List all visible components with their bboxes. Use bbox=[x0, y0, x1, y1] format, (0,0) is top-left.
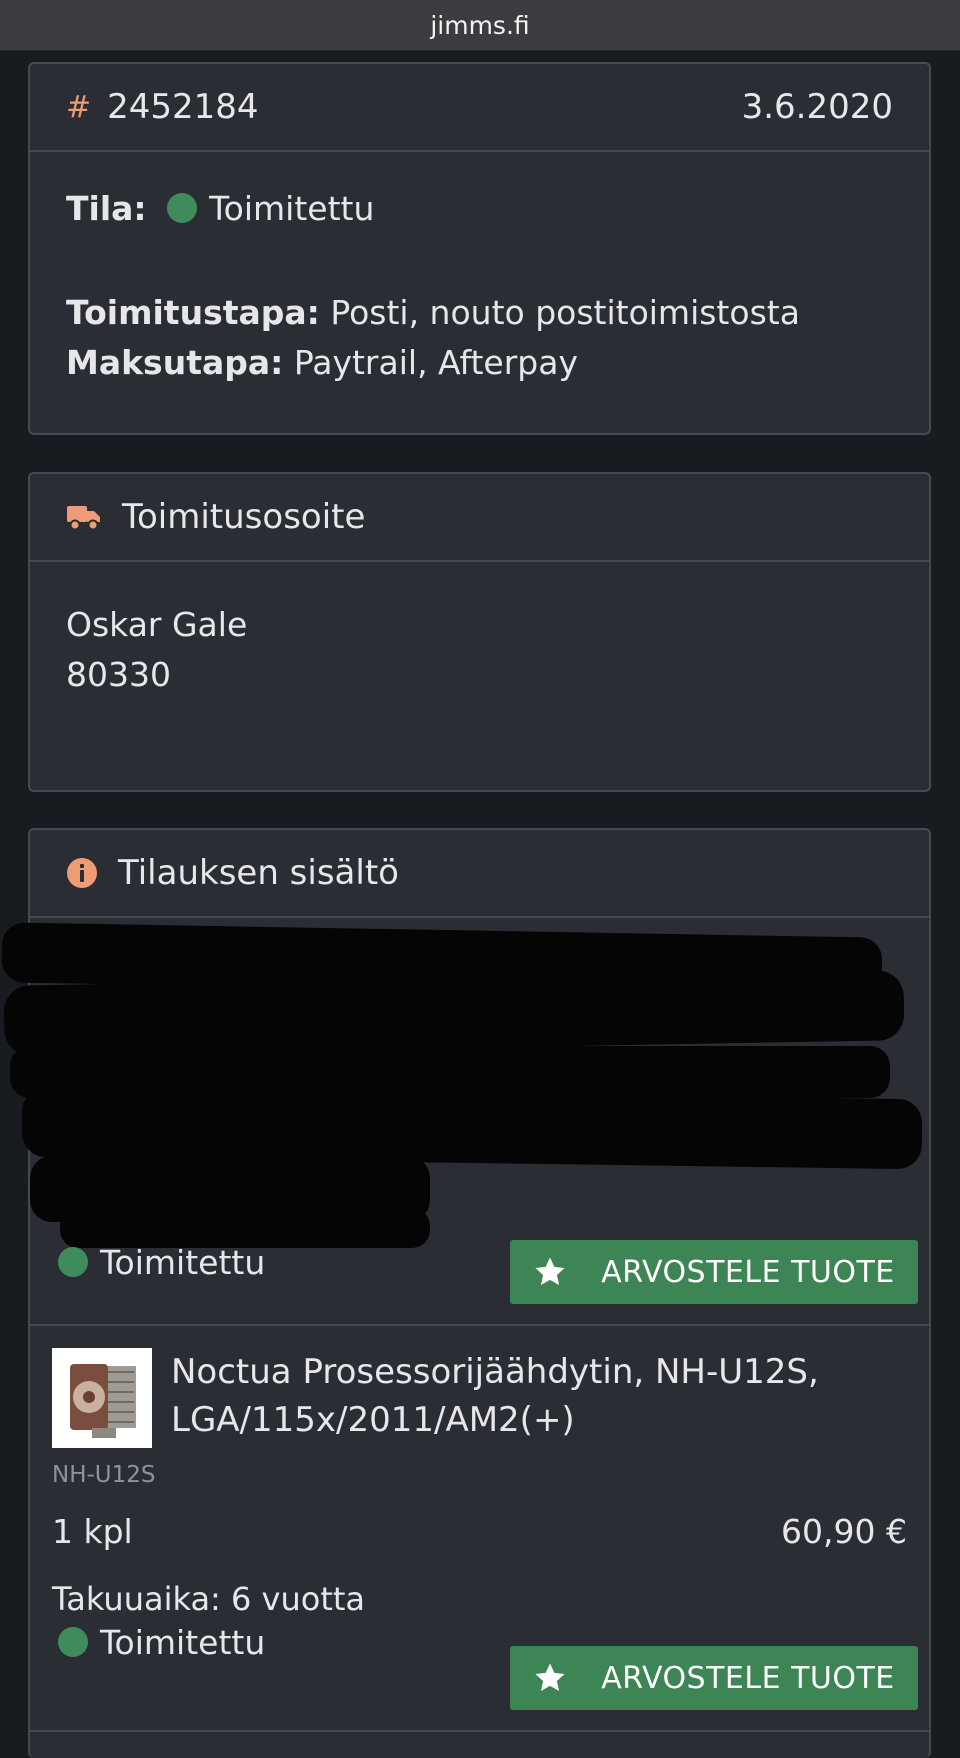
order-status-row: Tila: Toimitettu bbox=[66, 184, 893, 234]
order-header: # 2452184 3.6.2020 bbox=[30, 64, 929, 152]
shipping-value: Posti, nouto postitoimistosta bbox=[330, 293, 800, 332]
hash-icon: # bbox=[66, 89, 92, 125]
payment-value: Paytrail, Afterpay bbox=[293, 343, 578, 382]
status-dot-icon bbox=[58, 1247, 88, 1277]
cpu-cooler-image bbox=[70, 1364, 136, 1438]
status-label: Tila: bbox=[66, 189, 147, 228]
product-thumbnail[interactable] bbox=[52, 1348, 152, 1448]
truck-icon bbox=[67, 506, 100, 531]
review-button-label: ARVOSTELE TUOTE bbox=[601, 1660, 895, 1696]
contents-header: Tilauksen sisältö bbox=[30, 830, 929, 918]
review-product-button[interactable]: ARVOSTELE TUOTE bbox=[510, 1646, 918, 1710]
list-item: Noctua Prosessorijäähdytin, NH-U12S, LGA… bbox=[30, 1326, 929, 1756]
redaction-mark bbox=[3, 970, 905, 1056]
order-date: 3.6.2020 bbox=[741, 87, 893, 127]
list-item: Toimitettu ARVOSTELE TUOTE bbox=[1, 918, 929, 1306]
item-status-text: Toimitettu bbox=[100, 1623, 266, 1662]
browser-address-bar[interactable]: jimms.fi bbox=[0, 0, 960, 51]
info-icon bbox=[67, 858, 97, 888]
product-name-line1: Noctua Prosessorijäähdytin, NH-U12S, bbox=[171, 1352, 819, 1392]
shipping-label: Toimitustapa: bbox=[66, 293, 320, 332]
product-sku: NH-U12S bbox=[52, 1462, 156, 1488]
item-status: Toimitettu bbox=[58, 1618, 265, 1668]
address-title: Toimitusosoite bbox=[122, 497, 366, 537]
item-status-text: Toimitettu bbox=[100, 1243, 266, 1282]
order-contents-card: Tilauksen sisältö Toimitettu ARVOSTELE T… bbox=[1, 828, 931, 1758]
order-summary-card: # 2452184 3.6.2020 Tila: Toimitettu Toim… bbox=[28, 62, 931, 435]
payment-row: Maksutapa: Paytrail, Afterpay bbox=[66, 338, 893, 388]
payment-label: Maksutapa: bbox=[66, 343, 284, 382]
delivery-address-card: Toimitusosoite Oskar Gale 80330 bbox=[28, 472, 931, 792]
product-price: 60,90 € bbox=[781, 1512, 907, 1551]
star-icon bbox=[535, 1257, 565, 1286]
status-dot-icon bbox=[58, 1627, 88, 1657]
product-warranty: Takuuaika: 6 vuotta bbox=[52, 1580, 366, 1618]
domain-label: jimms.fi bbox=[430, 10, 530, 40]
postal-code: 80330 bbox=[66, 655, 171, 694]
review-product-button[interactable]: ARVOSTELE TUOTE bbox=[510, 1240, 918, 1304]
shipping-row: Toimitustapa: Posti, nouto postitoimisto… bbox=[66, 288, 893, 338]
product-quantity: 1 kpl bbox=[52, 1512, 133, 1551]
status-dot-icon bbox=[167, 193, 198, 223]
product-name[interactable]: Noctua Prosessorijäähdytin, NH-U12S, LGA… bbox=[171, 1348, 819, 1444]
status-value: Toimitettu bbox=[209, 189, 375, 228]
contents-title: Tilauksen sisältö bbox=[118, 853, 399, 893]
address-header: Toimitusosoite bbox=[30, 474, 929, 562]
item-status: Toimitettu bbox=[58, 1238, 265, 1288]
star-icon bbox=[535, 1663, 565, 1692]
recipient-name: Oskar Gale bbox=[66, 605, 248, 644]
item-divider bbox=[30, 1730, 929, 1732]
product-name-line2: LGA/115x/2011/AM2(+) bbox=[171, 1400, 575, 1440]
order-number: 2452184 bbox=[107, 87, 259, 127]
review-button-label: ARVOSTELE TUOTE bbox=[601, 1254, 895, 1290]
